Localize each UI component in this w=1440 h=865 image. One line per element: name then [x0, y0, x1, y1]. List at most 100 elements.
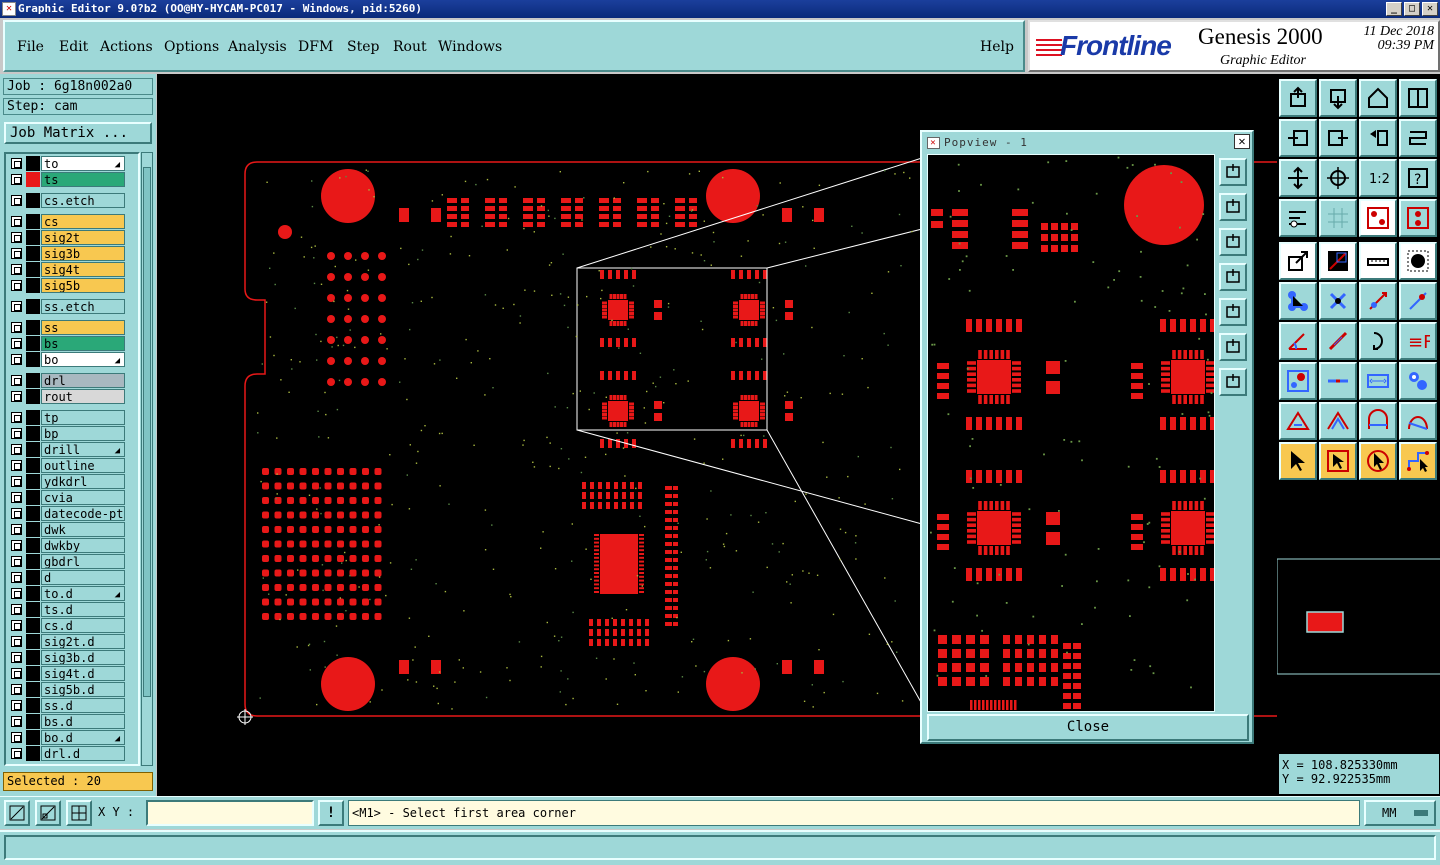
layer-color-swatch[interactable] — [26, 570, 40, 585]
layer-color-swatch[interactable] — [26, 474, 40, 489]
layer-color-swatch[interactable] — [26, 618, 40, 633]
layer-color-swatch[interactable] — [26, 666, 40, 681]
layer-color-swatch[interactable] — [26, 214, 40, 229]
layer-checkbox[interactable] — [11, 476, 22, 487]
layer-row-sig3b-d[interactable]: sig3b.d — [6, 650, 128, 665]
layer-row-d[interactable]: d — [6, 570, 128, 585]
pan-right-button[interactable] — [1319, 119, 1357, 157]
layer-row-bs[interactable]: bs — [6, 336, 128, 351]
arch2-button[interactable] — [1399, 402, 1437, 440]
pan-right-button[interactable] — [1219, 298, 1247, 326]
layer-name[interactable]: ss — [41, 320, 125, 335]
layer-row-cs-d[interactable]: cs.d — [6, 618, 128, 633]
layer-name[interactable]: bo.d ◢ — [41, 730, 125, 745]
layer-color-swatch[interactable] — [26, 172, 40, 187]
arc-button[interactable] — [1359, 322, 1397, 360]
menu-dfm[interactable]: DFM — [298, 39, 333, 55]
layer-color-swatch[interactable] — [26, 426, 40, 441]
layer-checkbox[interactable] — [11, 338, 22, 349]
layer-name[interactable]: bo ◢ — [41, 352, 125, 367]
popview-canvas[interactable] — [927, 154, 1215, 712]
grid-toggle-button[interactable] — [66, 800, 92, 826]
menu-rout[interactable]: Rout — [393, 39, 427, 55]
split-view-button[interactable] — [1399, 79, 1437, 117]
layer-row-sig5b-d[interactable]: sig5b.d — [6, 682, 128, 697]
layer-name[interactable]: sig3b.d — [41, 650, 125, 665]
units-select[interactable]: MM — [1364, 800, 1436, 826]
pan-left-button[interactable] — [1219, 263, 1247, 291]
layer-row-drill[interactable]: drill ◢ — [6, 442, 128, 457]
layer-color-swatch[interactable] — [26, 682, 40, 697]
layer-row-dwk[interactable]: dwk — [6, 522, 128, 537]
layer-checkbox[interactable] — [11, 460, 22, 471]
layer-checkbox[interactable] — [11, 428, 22, 439]
layer-name[interactable]: drill ◢ — [41, 442, 125, 457]
layer-name[interactable]: cs — [41, 214, 125, 229]
layer-checkbox[interactable] — [11, 620, 22, 631]
layer-checkbox[interactable] — [11, 636, 22, 647]
arrow-box-button[interactable] — [1319, 442, 1357, 480]
close-button[interactable] — [1319, 282, 1357, 320]
layer-row-drl[interactable]: drl — [6, 373, 128, 388]
layer-checkbox[interactable] — [11, 588, 22, 599]
layer-checkbox[interactable] — [11, 158, 22, 169]
help-button[interactable]: ? — [1399, 159, 1437, 197]
layer-color-swatch[interactable] — [26, 389, 40, 404]
layer-name[interactable]: sig5b.d — [41, 682, 125, 697]
layer-color-swatch[interactable] — [26, 650, 40, 665]
layer-row-ss-etch[interactable]: ss.etch — [6, 299, 128, 314]
menu-file[interactable]: File — [17, 39, 44, 55]
layer-color-swatch[interactable] — [26, 352, 40, 367]
dimension-button[interactable] — [1359, 362, 1397, 400]
connect-button[interactable] — [1279, 282, 1317, 320]
menu-analysis[interactable]: Analysis — [228, 39, 287, 55]
layer-color-swatch[interactable] — [26, 442, 40, 457]
layer-name[interactable]: sig3b — [41, 246, 125, 261]
popview-close-button[interactable]: Close — [927, 714, 1249, 741]
layer-checkbox[interactable] — [11, 652, 22, 663]
layer-checkbox[interactable] — [11, 232, 22, 243]
arrow-circle-button[interactable] — [1359, 442, 1397, 480]
layer-row-sig4t-d[interactable]: sig4t.d — [6, 666, 128, 681]
layer-row-sig3b[interactable]: sig3b — [6, 246, 128, 261]
layer-checkbox[interactable] — [11, 391, 22, 402]
close-window-button[interactable]: ✕ — [1422, 2, 1438, 16]
layer-name[interactable]: gbdrl — [41, 554, 125, 569]
copy-view-button[interactable] — [1219, 158, 1247, 186]
layer-name[interactable]: ss.etch — [41, 299, 125, 314]
layer-row-cs[interactable]: cs — [6, 214, 128, 229]
layer-row-tp[interactable]: tp — [6, 410, 128, 425]
layer-row-sig5b[interactable]: sig5b — [6, 278, 128, 293]
menu-options[interactable]: Options — [164, 39, 219, 55]
layer-name[interactable]: tp — [41, 410, 125, 425]
zoom-fit-button[interactable] — [1279, 159, 1317, 197]
layer-name[interactable]: sig5b — [41, 278, 125, 293]
layer-name[interactable]: cs.etch — [41, 193, 125, 208]
layer-name[interactable]: rout — [41, 389, 125, 404]
layer-name[interactable]: d — [41, 570, 125, 585]
layer-color-swatch[interactable] — [26, 634, 40, 649]
slash-button[interactable] — [1319, 322, 1357, 360]
layer-name[interactable]: sig2t.d — [41, 634, 125, 649]
menu-edit[interactable]: Edit — [59, 39, 88, 55]
layer-row-ts-d[interactable]: ts.d — [6, 602, 128, 617]
layer-row-ss-d[interactable]: ss.d — [6, 698, 128, 713]
measure-button[interactable] — [1279, 199, 1317, 237]
layer-name[interactable]: ts — [41, 172, 125, 187]
layer-row-dwkby[interactable]: dwkby — [6, 538, 128, 553]
pan-left-button[interactable] — [1279, 119, 1317, 157]
center-button[interactable] — [1319, 159, 1357, 197]
layer-color-swatch[interactable] — [26, 156, 40, 171]
layer-name[interactable]: sig2t — [41, 230, 125, 245]
bottom-view-button[interactable] — [1219, 228, 1247, 256]
layer-name[interactable]: outline — [41, 458, 125, 473]
layer-row-bo[interactable]: bo ◢ — [6, 352, 128, 367]
layer-checkbox[interactable] — [11, 508, 22, 519]
layer-name[interactable]: cs.d — [41, 618, 125, 633]
layer-color-swatch[interactable] — [26, 230, 40, 245]
layers-button[interactable] — [1359, 199, 1397, 237]
layer-checkbox[interactable] — [11, 216, 22, 227]
layer-name[interactable]: bp — [41, 426, 125, 441]
angle-button[interactable] — [1279, 322, 1317, 360]
layer-color-swatch[interactable] — [26, 299, 40, 314]
